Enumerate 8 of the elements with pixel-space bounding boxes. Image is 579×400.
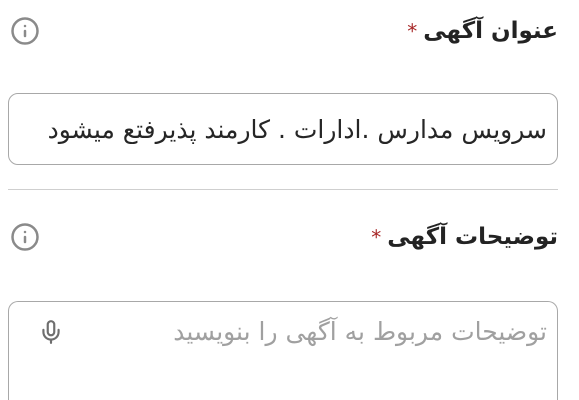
required-asterisk: * <box>371 225 382 249</box>
info-icon[interactable] <box>10 222 40 252</box>
title-input-field[interactable]: سرویس مدارس .ادارات . کارمند پذیرفتع میشود <box>8 93 558 165</box>
required-asterisk: * <box>407 19 418 43</box>
info-icon[interactable] <box>10 16 40 46</box>
field-label: عنوان آگهی <box>423 18 558 44</box>
description-text-area[interactable]: توضیحات مربوط به آگهی را بنویسید <box>8 301 558 400</box>
field-label: توضیحات آگهی <box>387 224 558 250</box>
